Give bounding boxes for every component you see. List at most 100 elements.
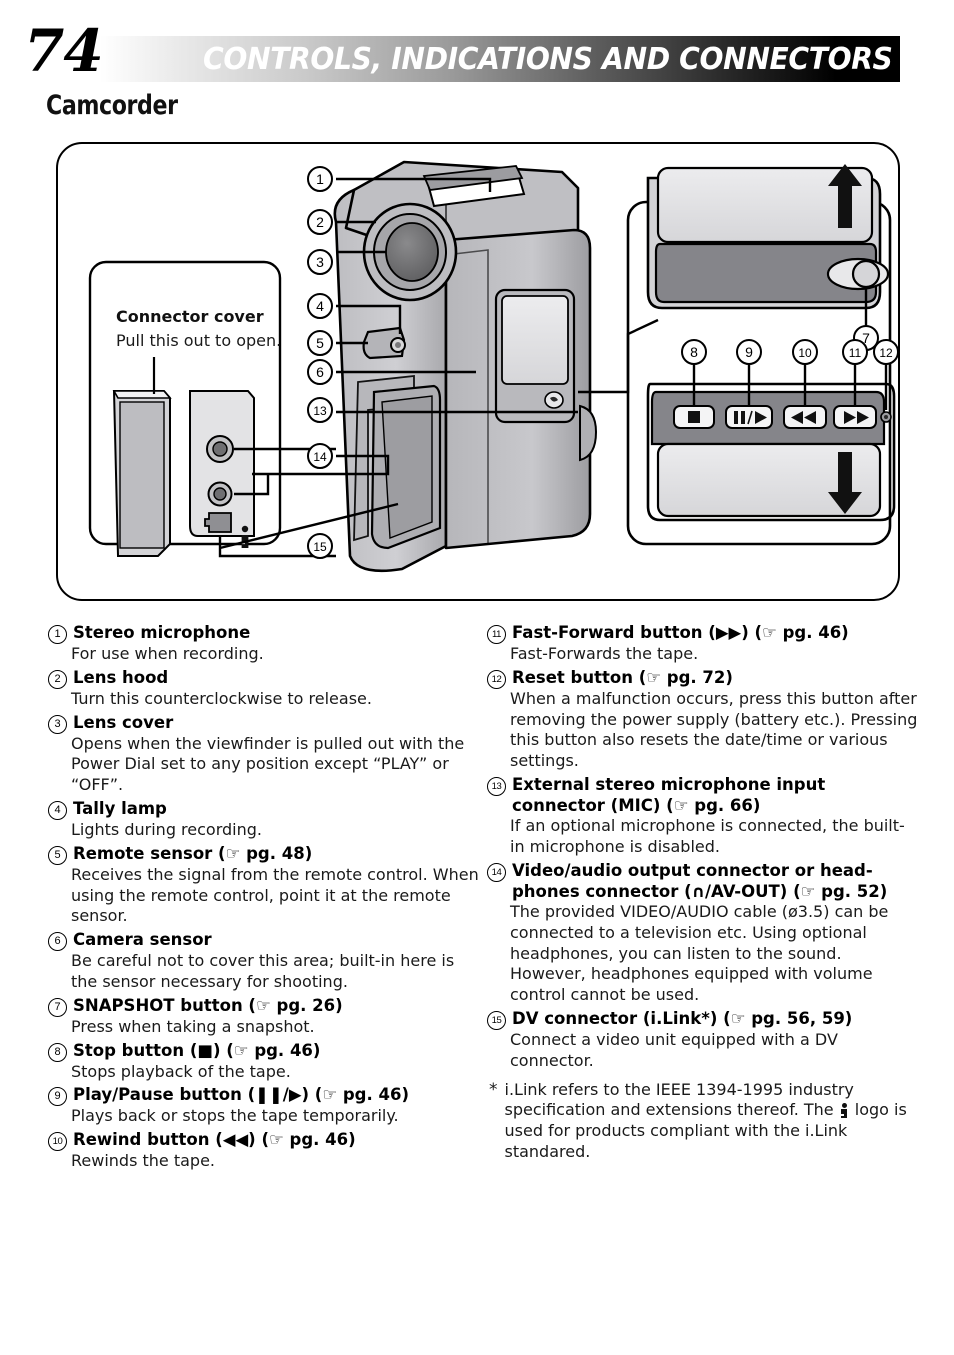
item-number: 8	[48, 1042, 67, 1062]
item-title: Video/audio output connector or head-pho…	[512, 860, 888, 901]
item-title: Camera sensor	[73, 930, 212, 950]
item-title: Stop button (■) (☞ pg. 46)	[73, 1040, 321, 1060]
item-description: Connect a video unit equipped with a DV …	[510, 1030, 838, 1070]
item-description: Rewinds the tape.	[71, 1151, 215, 1171]
item-number: 2	[48, 669, 67, 689]
page-number: 74	[24, 17, 104, 85]
item-8: 8 Stop button (■) (☞ pg. 46) Stops playba…	[48, 1040, 480, 1083]
item-number: 3	[48, 714, 67, 734]
header-gradient-band: CONTROLS, INDICATIONS AND CONNECTORS	[100, 36, 900, 82]
item-number: 9	[48, 1087, 67, 1107]
callout-5: 5	[307, 330, 333, 356]
item-description: For use when recording.	[71, 644, 264, 663]
item-description: Receives the signal from the remote cont…	[71, 864, 479, 926]
item-15: 15 DV connector (i.Link*) (☞ pg. 56, 59) …	[487, 1008, 919, 1072]
item-description: If an optional microphone is connected, …	[510, 816, 905, 856]
camcorder-diagram: 1 2 3 4 5 6 13 14 15 7 8 9 10 11 12 Conn…	[56, 142, 900, 601]
item-description: Opens when the viewfinder is pulled out …	[71, 733, 465, 795]
svg-text:10: 10	[798, 346, 812, 360]
items-column-left: 1 Stereo microphone For use when recordin…	[48, 622, 480, 1174]
callout-2: 2	[307, 209, 333, 235]
manual-page: 74 CONTROLS, INDICATIONS AND CONNECTORS …	[0, 0, 954, 1355]
item-description: Stops playback of the tape.	[71, 1061, 291, 1081]
svg-text:13: 13	[313, 404, 327, 418]
svg-text:2: 2	[316, 214, 324, 230]
item-6: 6 Camera sensor Be careful not to cover t…	[48, 929, 480, 993]
item-title: Fast-Forward button (▶▶) (☞ pg. 46)	[512, 623, 849, 642]
item-title: Stereo microphone	[73, 623, 251, 642]
item-title: Lens hood	[73, 667, 169, 687]
item-number: 7	[48, 997, 67, 1017]
item-description: Turn this counterclockwise to release.	[71, 688, 372, 708]
item-description: The provided VIDEO/AUDIO cable (ø3.5) ca…	[510, 902, 889, 1005]
item-7: 7 SNAPSHOT button (☞ pg. 26) Press when t…	[48, 995, 480, 1038]
connector-cover-label: Connector cover	[116, 307, 264, 326]
item-title: Remote sensor (☞ pg. 48)	[73, 843, 313, 863]
svg-text:9: 9	[745, 344, 753, 360]
ilink-footnote: * i.Link refers to the IEEE 1394-1995 in…	[489, 1080, 919, 1163]
ilink-logo-icon	[840, 1103, 849, 1119]
item-3: 3 Lens cover Opens when the viewfinder is…	[48, 712, 480, 796]
item-number: 13	[487, 776, 506, 796]
section-title: Camcorder	[46, 90, 178, 121]
callout-1: 1	[307, 166, 333, 192]
callout-3: 3	[307, 249, 333, 275]
item-title: Lens cover	[73, 712, 174, 732]
item-description: Be careful not to cover this area; built…	[71, 951, 455, 991]
item-number: 11	[487, 625, 506, 644]
items-column-right: 11 Fast-Forward button (▶▶) (☞ pg. 46) Fa…	[487, 622, 919, 1163]
item-title: DV connector (i.Link*) (☞ pg. 56, 59)	[512, 1009, 853, 1028]
item-number: 5	[48, 845, 67, 865]
callout-14: 14	[307, 443, 333, 469]
item-title: Rewind button (◀◀) (☞ pg. 46)	[73, 1130, 356, 1150]
item-9: 9 Play/Pause button (❚❚/▶) (☞ pg. 46) Pla…	[48, 1084, 480, 1127]
svg-text:11: 11	[849, 346, 862, 360]
item-14: 14 Video/audio output connector or head-p…	[487, 860, 919, 1006]
connector-cover-instruction: Pull this out to open.	[116, 331, 281, 350]
item-title: SNAPSHOT button (☞ pg. 26)	[73, 995, 343, 1015]
svg-text:15: 15	[313, 540, 327, 554]
item-number: 1	[48, 625, 67, 644]
callout-6: 6	[307, 359, 333, 385]
item-11: 11 Fast-Forward button (▶▶) (☞ pg. 46) Fa…	[487, 622, 919, 665]
item-2: 2 Lens hood Turn this counterclockwise to…	[48, 667, 480, 710]
item-number: 15	[487, 1011, 506, 1030]
item-title: Tally lamp	[73, 798, 167, 818]
item-13: 13 External stereo microphone input conne…	[487, 774, 919, 858]
svg-text:6: 6	[316, 364, 324, 380]
item-description: When a malfunction occurs, press this bu…	[510, 688, 918, 771]
callout-15: 15	[307, 533, 333, 559]
item-4: 4 Tally lamp Lights during recording.	[48, 798, 480, 841]
item-10: 10 Rewind button (◀◀) (☞ pg. 46) Rewinds …	[48, 1129, 480, 1172]
item-1: 1 Stereo microphone For use when recordin…	[48, 622, 480, 665]
item-number: 10	[48, 1132, 67, 1152]
svg-text:8: 8	[690, 344, 698, 360]
item-description: Lights during recording.	[71, 819, 262, 839]
item-title: External stereo microphone input connect…	[512, 774, 826, 816]
item-title: Play/Pause button (❚❚/▶) (☞ pg. 46)	[73, 1085, 410, 1105]
svg-text:1: 1	[316, 171, 324, 187]
callout-13: 13	[307, 397, 333, 423]
svg-text:3: 3	[316, 254, 324, 270]
item-number: 6	[48, 932, 67, 952]
svg-text:12: 12	[879, 346, 893, 360]
callout-10: 10	[792, 339, 818, 365]
svg-text:14: 14	[313, 450, 327, 464]
camcorder-illustration: 1 2 3 4 5 6 13 14 15 7 8 9 10 11 12 Conn…	[88, 160, 898, 573]
page-title: CONTROLS, INDICATIONS AND CONNECTORS	[203, 41, 893, 77]
item-5: 5 Remote sensor (☞ pg. 48) Receives the s…	[48, 843, 480, 927]
item-number: 14	[487, 862, 506, 882]
callout-4: 4	[307, 293, 333, 319]
item-description: Press when taking a snapshot.	[71, 1016, 315, 1036]
footnote-text: i.Link refers to the IEEE 1394-1995 indu…	[505, 1080, 920, 1163]
callout-9: 9	[736, 339, 762, 365]
stop-glyph	[688, 411, 700, 423]
item-description: Plays back or stops the tape temporarily…	[71, 1106, 399, 1126]
svg-text:4: 4	[316, 298, 324, 314]
item-12: 12 Reset button (☞ pg. 72) When a malfunc…	[487, 667, 919, 772]
callout-11: 11	[842, 339, 868, 365]
item-number: 4	[48, 800, 67, 820]
item-description: Fast-Forwards the tape.	[510, 644, 699, 663]
item-title: Reset button (☞ pg. 72)	[512, 667, 733, 687]
footnote-text-before: i.Link refers to the IEEE 1394-1995 indu…	[504, 1079, 854, 1120]
